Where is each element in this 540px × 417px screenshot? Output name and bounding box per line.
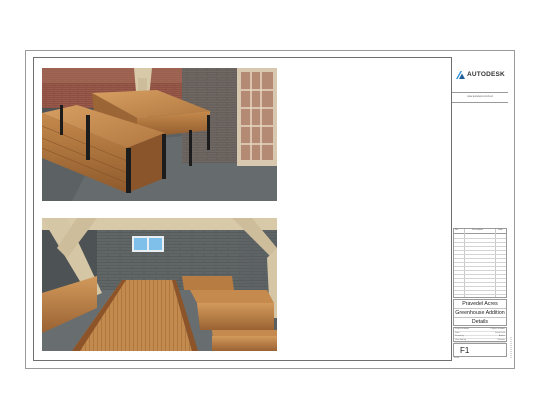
revision-row xyxy=(454,258,506,259)
vertical-note-marks xyxy=(508,335,514,361)
rev-header-date: Date xyxy=(498,229,503,231)
revision-row xyxy=(454,254,506,255)
project-divider xyxy=(454,308,506,309)
subtitle-text: www.autodesk.com/revit xyxy=(467,95,493,98)
sheet-number: F1 xyxy=(460,346,470,355)
greenhouse-render-top xyxy=(42,68,277,201)
drawing-name: Details xyxy=(471,319,489,325)
field-label: Drawn by xyxy=(455,335,464,337)
scale-row: Scale xyxy=(453,357,507,360)
revision-row xyxy=(454,238,506,239)
logo-subtitle: www.autodesk.com/revit xyxy=(452,93,508,103)
logo-area: AUTODESK xyxy=(452,57,508,93)
revision-table: No. Description Date xyxy=(453,228,507,298)
revision-row xyxy=(454,286,506,287)
field-row: Checked by Checker xyxy=(454,339,506,343)
field-label: Checked by xyxy=(455,338,466,341)
revision-row xyxy=(454,262,506,263)
revision-table-header: No. Description Date xyxy=(454,229,506,234)
vertical-text-marks xyxy=(510,337,512,359)
revision-row xyxy=(454,294,506,295)
title-block: AUTODESK www.autodesk.com/revit No. Desc… xyxy=(451,57,508,361)
revision-row xyxy=(454,270,506,271)
rendered-view-bottom[interactable] xyxy=(42,218,277,351)
revision-row xyxy=(454,282,506,283)
field-value: Project Number xyxy=(490,328,505,330)
field-label: Date xyxy=(455,331,460,334)
sheet-number-box: F1 xyxy=(453,343,507,357)
field-label: Project number xyxy=(455,328,470,330)
rev-header-no: No. xyxy=(455,229,459,231)
logo-text: AUTODESK xyxy=(467,71,505,78)
rev-header-description: Description xyxy=(472,229,483,231)
revision-row xyxy=(454,246,506,247)
scale-label: Scale xyxy=(454,357,460,359)
project-divider xyxy=(454,317,506,318)
revision-row xyxy=(454,250,506,251)
project-info: Pravedel Acres Greenhouse Addition Detai… xyxy=(453,299,507,326)
project-name: Pravedel Acres xyxy=(462,301,498,307)
field-value: Author xyxy=(498,335,505,337)
field-value: Checker xyxy=(497,338,505,341)
sheet-fields: Project number Project Number Date Issue… xyxy=(453,327,507,343)
revision-row xyxy=(454,290,506,291)
revision-row xyxy=(454,266,506,267)
revision-row xyxy=(454,242,506,243)
revision-row xyxy=(454,274,506,275)
autodesk-logo-icon xyxy=(456,71,465,79)
revision-row xyxy=(454,278,506,279)
project-title: Greenhouse Addition xyxy=(455,310,505,316)
rendered-view-top[interactable] xyxy=(42,68,277,201)
greenhouse-render-bottom xyxy=(42,218,277,351)
field-value: Issue Date xyxy=(495,331,505,334)
